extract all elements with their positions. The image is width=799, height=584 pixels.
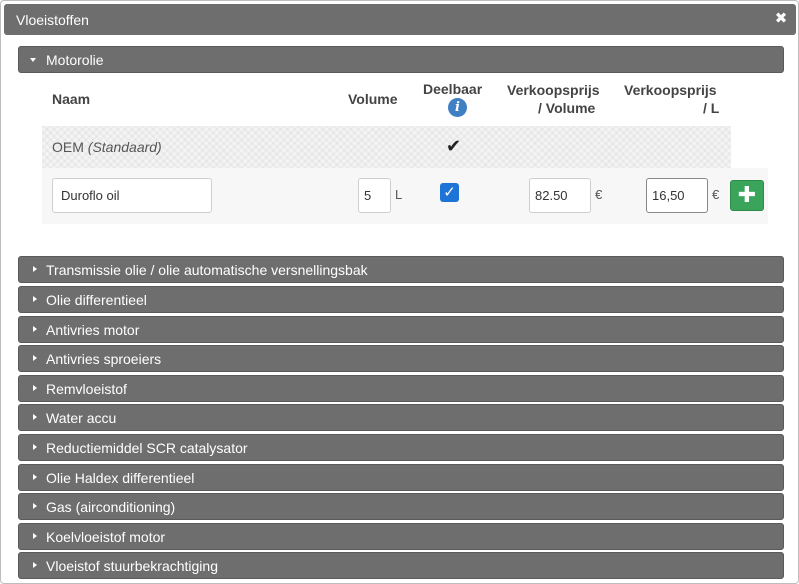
column-header-deelbaar: Deelbaar <box>423 81 483 97</box>
section-label: Olie differentieel <box>46 292 147 308</box>
dialog-title: Vloeistoffen <box>16 12 89 28</box>
section-remvloeistof[interactable]: Remvloeistof <box>18 375 784 402</box>
volume-unit: L <box>395 187 403 202</box>
section-label: Vloeistof stuurbekrachtiging <box>46 558 218 574</box>
name-input[interactable] <box>52 178 212 213</box>
caret-right-icon <box>33 444 37 450</box>
section-label: Gas (airconditioning) <box>46 499 176 515</box>
price-volume-unit: € <box>595 187 603 202</box>
section-gas-airconditioning[interactable]: Gas (airconditioning) <box>18 493 784 520</box>
oem-name: OEM (Standaard) <box>52 139 162 155</box>
dialog-window: Vloeistoffen ✖ Motorolie Naam Volume Dee… <box>0 0 799 584</box>
column-header-naam: Naam <box>52 91 91 107</box>
caret-right-icon <box>33 296 37 302</box>
section-water-accu[interactable]: Water accu <box>18 404 784 431</box>
section-label: Motorolie <box>46 52 104 68</box>
section-antivries-motor[interactable]: Antivries motor <box>18 316 784 343</box>
caret-right-icon <box>33 474 37 480</box>
info-icon[interactable]: i <box>448 98 467 117</box>
column-header-volume: Volume <box>348 91 398 107</box>
section-label: Reductiemiddel SCR catalysator <box>46 440 248 456</box>
section-label: Water accu <box>46 410 117 426</box>
section-koelvloeistof-motor[interactable]: Koelvloeistof motor <box>18 523 784 550</box>
section-label: Remvloeistof <box>46 381 127 397</box>
section-transmissie-olie[interactable]: Transmissie olie / olie automatische ver… <box>18 256 784 283</box>
caret-right-icon <box>33 355 37 361</box>
section-label: Koelvloeistof motor <box>46 529 166 545</box>
section-olie-differentieel[interactable]: Olie differentieel <box>18 286 784 313</box>
checkmark-icon: ✔ <box>446 136 462 156</box>
caret-down-icon <box>30 58 36 62</box>
section-label: Antivries sproeiers <box>46 351 162 367</box>
caret-right-icon <box>33 385 37 391</box>
section-label: Olie Haldex differentieel <box>46 470 195 486</box>
caret-right-icon <box>33 326 37 332</box>
volume-input[interactable] <box>358 178 391 213</box>
section-olie-haldex[interactable]: Olie Haldex differentieel <box>18 464 784 491</box>
price-liter-unit: € <box>712 187 720 202</box>
close-icon[interactable]: ✖ <box>772 10 790 28</box>
price-volume-input[interactable] <box>529 178 591 213</box>
column-header-prijs-liter-line1: Verkoopsprijs <box>624 82 717 98</box>
caret-right-icon <box>33 414 37 420</box>
section-reductiemiddel-scr[interactable]: Reductiemiddel SCR catalysator <box>18 434 784 461</box>
section-vloeistof-stuurbekrachtiging[interactable]: Vloeistof stuurbekrachtiging <box>18 552 784 579</box>
price-liter-input[interactable] <box>646 178 708 213</box>
table-row-oem: OEM (Standaard) ✔ <box>42 126 731 168</box>
deelbaar-checkbox[interactable]: ✓ <box>440 183 459 202</box>
caret-right-icon <box>33 562 37 568</box>
section-label: Antivries motor <box>46 322 140 338</box>
column-header-prijs-volume-line1: Verkoopsprijs <box>507 82 600 98</box>
section-antivries-sproeiers[interactable]: Antivries sproeiers <box>18 345 784 372</box>
dialog-titlebar: Vloeistoffen ✖ <box>4 4 796 35</box>
section-motorolie[interactable]: Motorolie <box>18 46 784 73</box>
column-header-prijs-liter-line2: / L <box>703 100 720 116</box>
section-label: Transmissie olie / olie automatische ver… <box>46 262 368 278</box>
caret-right-icon <box>33 503 37 509</box>
caret-right-icon <box>33 266 37 272</box>
column-header-prijs-volume-line2: / Volume <box>538 100 596 116</box>
add-button[interactable]: ✚ <box>730 180 764 211</box>
caret-right-icon <box>33 533 37 539</box>
